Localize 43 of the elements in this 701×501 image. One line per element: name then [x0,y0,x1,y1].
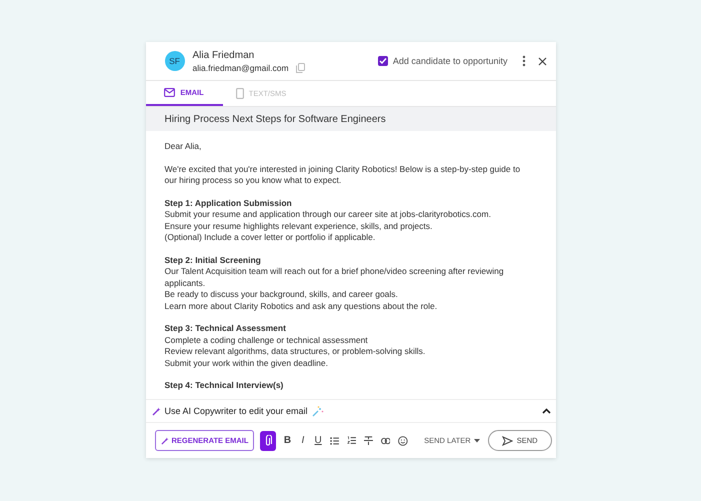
phone-icon [236,88,244,99]
strikethrough-icon[interactable] [364,435,373,446]
body-text: Complete a coding challenge or technical assessment [164,334,369,346]
format-button[interactable]: I [299,435,307,446]
link-icon[interactable] [380,436,390,444]
envelope-icon [164,88,176,97]
step-heading: Step 3: Technical Assessment [164,323,287,335]
sparkle-icon [312,406,324,416]
numbered-list-icon[interactable] [346,435,356,446]
caret-icon [474,438,480,442]
body-text: Learn more about Clarity Robotics and ask any questions about the role. [164,300,438,312]
step-heading: Step 1: Application Submission [164,198,293,210]
chevron-icon[interactable] [542,408,550,414]
body-text: Submit your resume and application through our career site at jobs-clarityrobotics.com. [164,209,492,221]
format-button[interactable]: B [284,435,292,446]
body-text: Our Talent Acquisition team will reach out for a brief phone/video screening after reviewing applicants. [164,266,505,290]
body-text: Ensure your resume highlights relevant experience, skills, and projects. [164,220,434,232]
format-button[interactable]: U [314,435,322,446]
checkbox[interactable] [378,56,388,66]
contact-email: alia.friedman@gmail.com [192,62,289,72]
body-text: Dear Alia, [164,141,202,152]
paperclip-icon [264,434,272,446]
avatar: SF [164,51,184,71]
close-icon[interactable] [538,56,546,66]
more-options-icon[interactable] [522,55,526,67]
attach-button[interactable] [260,430,276,450]
bullet-list-icon[interactable] [330,436,339,446]
wand-icon [160,436,168,444]
body-text: Submit your work within the given deadline. [164,358,329,370]
subject-field[interactable]: Hiring Process Next Steps for Software Engineers [146,107,556,131]
body-text: We're excited that you're interested in joining Clarity Robotics! Below is a step-by-step guide to our hiring process so you know what to expect. [164,164,522,187]
body-text: Review relevant algorithms, data structures, or problem-solving skills. [164,346,426,358]
body-text: Be ready to discuss your background, skills, and career goals. [164,289,399,301]
emoji-icon[interactable] [398,434,408,446]
body-text: (Optional) Include a cover letter or portfolio if applicable. [164,232,376,244]
step-heading: Step 2: Initial Screening [164,255,262,266]
ai-copywriter-bar[interactable]: Use AI Copywriter to edit your email [146,399,556,423]
step-heading: Step 4: Technical Interview(s) [164,380,284,392]
send-icon [502,436,513,446]
ai-copywriter-label: Use AI Copywriter to edit your email [164,406,308,416]
wand-icon [152,406,160,416]
checkbox-label: Add candidate to opportunity [392,56,508,66]
contact-name: Alia Friedman [192,50,256,60]
